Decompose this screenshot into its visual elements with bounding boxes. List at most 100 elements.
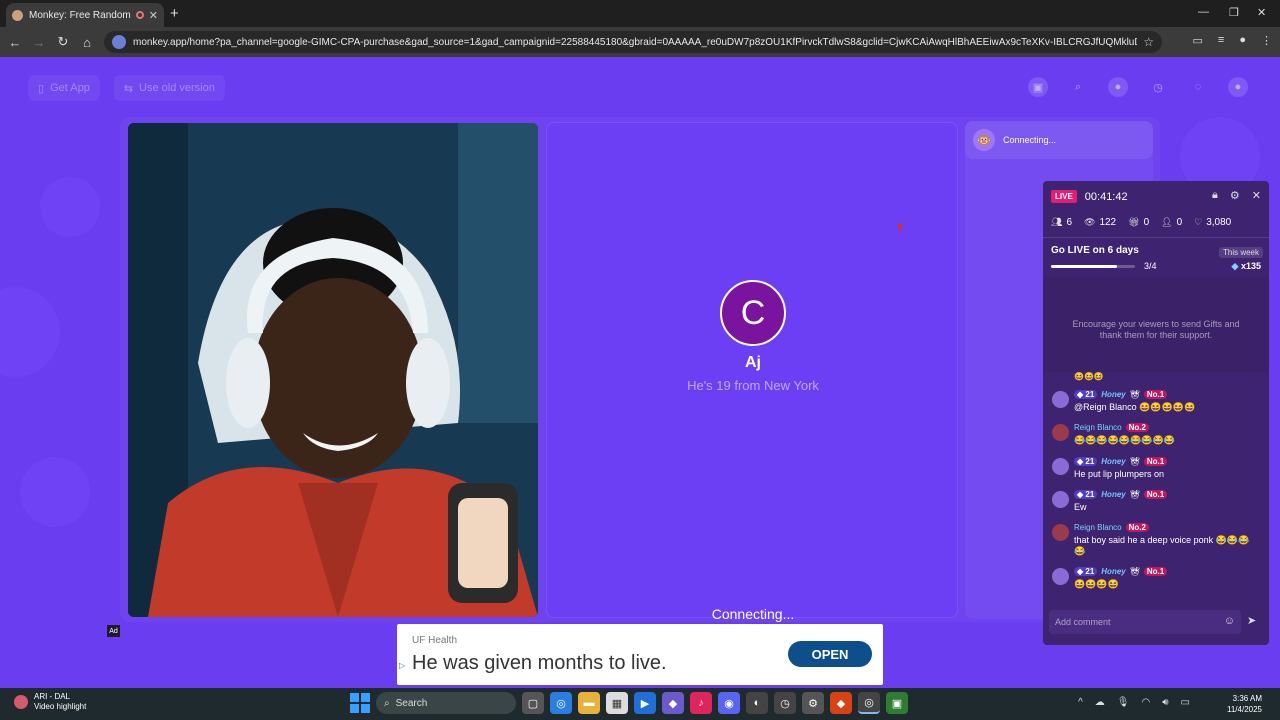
- live-header: LIVE 00:41:42: [1051, 190, 1128, 203]
- crown-icon: 👑︎: [1129, 390, 1140, 399]
- stat-follows: 👤︎ 0: [1161, 217, 1182, 228]
- ad-source: UF Health: [412, 635, 458, 646]
- restore-icon[interactable]: ❐: [1229, 6, 1239, 19]
- username[interactable]: Honey: [1101, 457, 1125, 466]
- minimize-icon[interactable]: —: [1198, 6, 1209, 18]
- messages-icon[interactable]: ◌: [1188, 77, 1208, 97]
- volume-icon[interactable]: 🔊︎: [1162, 697, 1168, 708]
- browser-tab[interactable]: Monkey: Free Random Vide ✕: [6, 3, 164, 27]
- username[interactable]: Honey: [1101, 567, 1125, 576]
- taskbar-clock[interactable]: 3:36 AM 11/4/2025: [1227, 693, 1262, 715]
- ad-banner[interactable]: UF Health He was given months to live. O…: [397, 624, 883, 685]
- settings-app-icon[interactable]: ⚙: [802, 692, 824, 714]
- app-icon[interactable]: ◆: [830, 692, 852, 714]
- menu-icon[interactable]: ⋮: [1261, 34, 1272, 47]
- connecting-status: Connecting...: [711, 606, 795, 622]
- username[interactable]: Honey: [1101, 390, 1125, 399]
- bookmark-star-icon[interactable]: ☆: [1143, 35, 1154, 49]
- phone-icon: ▯: [38, 82, 45, 95]
- comment-input[interactable]: Add comment ☺: [1049, 610, 1241, 634]
- stat-likes: ♡ 3,080: [1194, 217, 1231, 228]
- task-view-icon[interactable]: ▢: [522, 692, 544, 714]
- friends-icon[interactable]: ●: [1108, 77, 1128, 97]
- message-header: Reign Blanco No.2: [1074, 423, 1149, 432]
- reading-list-icon[interactable]: ≡: [1218, 34, 1224, 47]
- taskbar-apps: ⌕ Search ▢ ◎ ▬ ▦ ▶ ◆ ♪ ◉ ◐ ◷ ⚙ ◆ ◎ ▣: [350, 692, 908, 714]
- screen: Monkey: Free Random Vide ✕ + — ❐ ✕ ← → ↻…: [0, 0, 1280, 720]
- clock-time: 3:36 AM: [1232, 694, 1262, 703]
- close-panel-icon[interactable]: ✕: [1252, 189, 1261, 202]
- back-icon[interactable]: ←: [3, 35, 27, 50]
- store-app-icon[interactable]: ▦: [606, 692, 628, 714]
- cloud-icon[interactable]: ☁: [1095, 697, 1105, 708]
- chrome-icon[interactable]: ◎: [858, 692, 880, 714]
- get-app-button[interactable]: ▯ Get App: [28, 75, 100, 101]
- username[interactable]: Reign Blanco: [1074, 423, 1122, 432]
- address-bar[interactable]: monkey.app/home?pa_channel=google-GIMC-C…: [104, 31, 1162, 53]
- discord-icon[interactable]: ◉: [718, 692, 740, 714]
- old-version-button[interactable]: ⇆ Use old version: [113, 75, 225, 101]
- sports-widget-icon: [14, 695, 28, 709]
- crown-icon: 👑︎: [1129, 457, 1140, 466]
- forward-icon[interactable]: →: [27, 35, 51, 50]
- copilot-icon[interactable]: ◎: [550, 692, 572, 714]
- user-avatar: [1052, 424, 1069, 441]
- level-value: 21: [1085, 567, 1095, 576]
- message-text: 😆😆😆😆: [1074, 579, 1254, 590]
- divider: [1043, 237, 1269, 238]
- file-explorer-icon[interactable]: ▬: [578, 692, 600, 714]
- profile-icon[interactable]: ●: [1239, 34, 1246, 47]
- search-icon[interactable]: ⌕: [1068, 77, 1088, 97]
- site-info-icon[interactable]: [112, 35, 126, 49]
- message-text: Ew: [1074, 502, 1087, 512]
- reload-icon[interactable]: ↻: [51, 34, 75, 50]
- ad-open-button[interactable]: OPEN: [788, 641, 872, 667]
- ad-headline[interactable]: He was given months to live.: [412, 652, 667, 675]
- user-avatar-icon[interactable]: ●: [1228, 77, 1248, 97]
- message-body: that boy said he a deep voice ponk: [1074, 535, 1214, 545]
- side-connection-header: 🐵 Connecting...: [965, 121, 1153, 159]
- eye-icon: 👁︎: [1084, 217, 1096, 227]
- home-icon[interactable]: ⌂: [75, 35, 99, 50]
- app-icon[interactable]: ▶: [634, 692, 656, 714]
- stat-views: 👁︎ 122: [1084, 217, 1116, 228]
- tiktok-icon[interactable]: ♪: [690, 692, 712, 714]
- message-header: ◆ 21 Honey 👑︎ No.1: [1074, 390, 1168, 399]
- clock-app-icon[interactable]: ◷: [774, 692, 796, 714]
- close-window-icon[interactable]: ✕: [1257, 6, 1266, 19]
- tray-chevron-icon[interactable]: ^: [1078, 697, 1083, 708]
- username[interactable]: Reign Blanco: [1074, 523, 1122, 532]
- history-icon[interactable]: ◷: [1148, 77, 1168, 97]
- live-stats: 👥︎ 6 👁︎ 122 🎁︎ 0 👤︎ 0 ♡ 3,080: [1051, 217, 1231, 228]
- remote-description: He's 19 from New York: [687, 378, 819, 393]
- close-tab-icon[interactable]: ✕: [149, 9, 158, 22]
- send-icon[interactable]: ➤: [1247, 614, 1256, 627]
- taskbar-search[interactable]: ⌕ Search: [376, 692, 516, 714]
- ad-info-icon[interactable]: ▷: [399, 661, 405, 670]
- gamepad-icon[interactable]: ◆: [662, 692, 684, 714]
- taskbar-widget[interactable]: ARI - DAL Video highlight: [14, 692, 86, 712]
- remote-video-panel: C Aj He's 19 from New York Connecting...: [546, 122, 958, 622]
- cast-icon[interactable]: ▭: [1193, 34, 1203, 47]
- store-icon[interactable]: ▣: [1028, 77, 1048, 97]
- recording-indicator-icon: [135, 11, 144, 19]
- new-tab-button[interactable]: +: [170, 5, 179, 22]
- gem-icon: ◆: [1231, 261, 1239, 271]
- mic-icon[interactable]: 🎙︎: [1117, 697, 1130, 708]
- app-icon[interactable]: ◐: [746, 692, 768, 714]
- stat-value: 3,080: [1206, 217, 1232, 228]
- settings-icon[interactable]: ⚙: [1230, 189, 1240, 202]
- message-header: ◆ 21 Honey 👑︎ No.1: [1074, 457, 1168, 466]
- switch-icon: ⇆: [123, 82, 134, 95]
- emoji-picker-icon[interactable]: ☺: [1224, 615, 1235, 627]
- wifi-icon[interactable]: ◠: [1142, 697, 1151, 708]
- username[interactable]: Honey: [1101, 490, 1125, 499]
- clock-date: 11/4/2025: [1227, 705, 1262, 714]
- level-badge: ◆ 21: [1074, 457, 1098, 466]
- windows-start-icon[interactable]: [350, 693, 370, 713]
- battery-icon[interactable]: ▭: [1181, 697, 1190, 708]
- lock-icon[interactable]: 🔒︎: [1212, 189, 1218, 202]
- remote-name: Aj: [745, 354, 761, 371]
- app-icon[interactable]: ▣: [886, 692, 908, 714]
- url-text: monkey.app/home?pa_channel=google-GIMC-C…: [133, 36, 1138, 48]
